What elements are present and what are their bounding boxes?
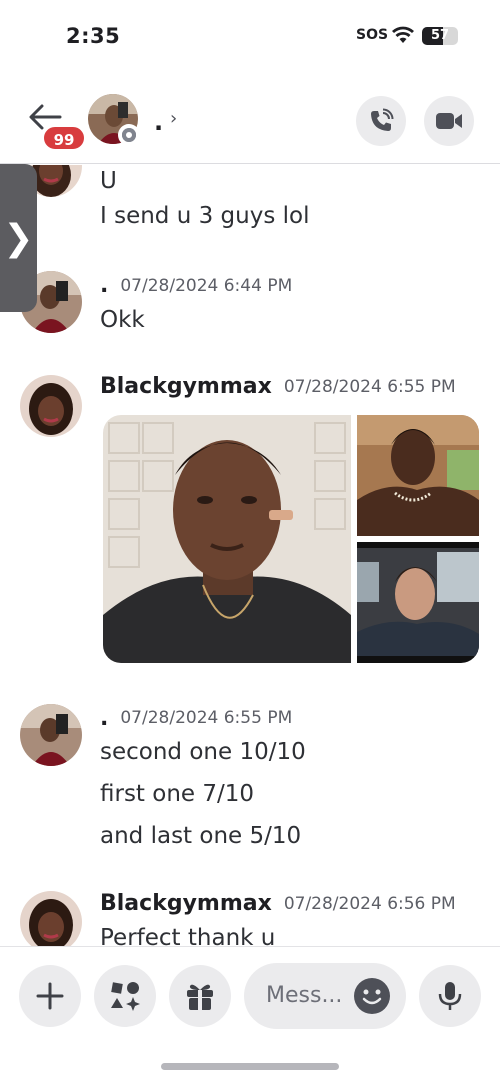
message-author[interactable]: . — [100, 273, 108, 298]
message-list[interactable]: U I send u 3 guys lol . 07/28/2024 6:44 … — [0, 165, 500, 946]
message-text: first one 7/10 — [100, 781, 255, 807]
sos-indicator: SOS — [356, 27, 389, 43]
status-offline-indicator — [118, 124, 140, 146]
microphone-icon — [438, 982, 462, 1010]
battery-icon: 57 — [422, 27, 458, 45]
wifi-icon — [392, 26, 414, 43]
message-text: and last one 5/10 — [100, 823, 302, 849]
message-timestamp: 07/28/2024 6:56 PM — [283, 894, 456, 914]
image-attachment[interactable] — [357, 415, 479, 536]
message-author[interactable]: Blackgymmax — [100, 891, 272, 916]
avatar[interactable] — [20, 375, 82, 437]
plus-icon — [36, 982, 64, 1010]
emoji-button[interactable] — [354, 978, 390, 1014]
message-timestamp: 07/28/2024 6:44 PM — [120, 276, 293, 296]
image-attachment[interactable] — [103, 415, 351, 663]
gift-button[interactable] — [169, 965, 231, 1027]
message-timestamp: 07/28/2024 6:55 PM — [120, 708, 293, 728]
video-call-button[interactable] — [424, 96, 474, 146]
apps-icon — [111, 982, 140, 1011]
message-input[interactable]: Mess... — [244, 963, 406, 1029]
battery-level: 57 — [430, 28, 450, 43]
emoji-icon — [362, 989, 382, 1005]
channel-name[interactable]: . — [154, 108, 163, 136]
video-camera-icon — [436, 113, 462, 129]
side-panel-handle[interactable]: ❯ — [0, 164, 37, 312]
chevron-right-icon: ❯ — [3, 217, 34, 259]
message-timestamp: 07/28/2024 6:55 PM — [283, 377, 456, 397]
message-text: U — [100, 168, 117, 194]
image-attachments — [103, 415, 479, 663]
chevron-right-icon[interactable]: › — [170, 108, 177, 129]
voice-call-button[interactable] — [356, 96, 406, 146]
message-text: Okk — [100, 307, 145, 333]
message-author[interactable]: Blackgymmax — [100, 374, 272, 399]
message-input-placeholder: Mess... — [266, 983, 343, 1008]
unread-badge: 99 — [42, 125, 86, 151]
message-composer: Mess... — [0, 946, 500, 1083]
image-attachment[interactable] — [357, 542, 479, 663]
gift-icon — [187, 984, 213, 1010]
phone-call-icon — [371, 108, 394, 131]
chat-header: 99 . › — [0, 80, 500, 164]
home-indicator — [161, 1063, 339, 1070]
add-attachment-button[interactable] — [19, 965, 81, 1027]
status-bar: 2:35 SOS 57 — [0, 0, 500, 70]
message-author[interactable]: . — [100, 706, 108, 731]
apps-button[interactable] — [94, 965, 156, 1027]
avatar[interactable] — [20, 891, 82, 946]
message-text: second one 10/10 — [100, 739, 306, 765]
status-time: 2:35 — [66, 24, 121, 48]
message-text: Perfect thank u — [100, 925, 276, 946]
voice-message-button[interactable] — [419, 965, 481, 1027]
avatar[interactable] — [20, 704, 82, 766]
message-text: I send u 3 guys lol — [100, 203, 310, 229]
